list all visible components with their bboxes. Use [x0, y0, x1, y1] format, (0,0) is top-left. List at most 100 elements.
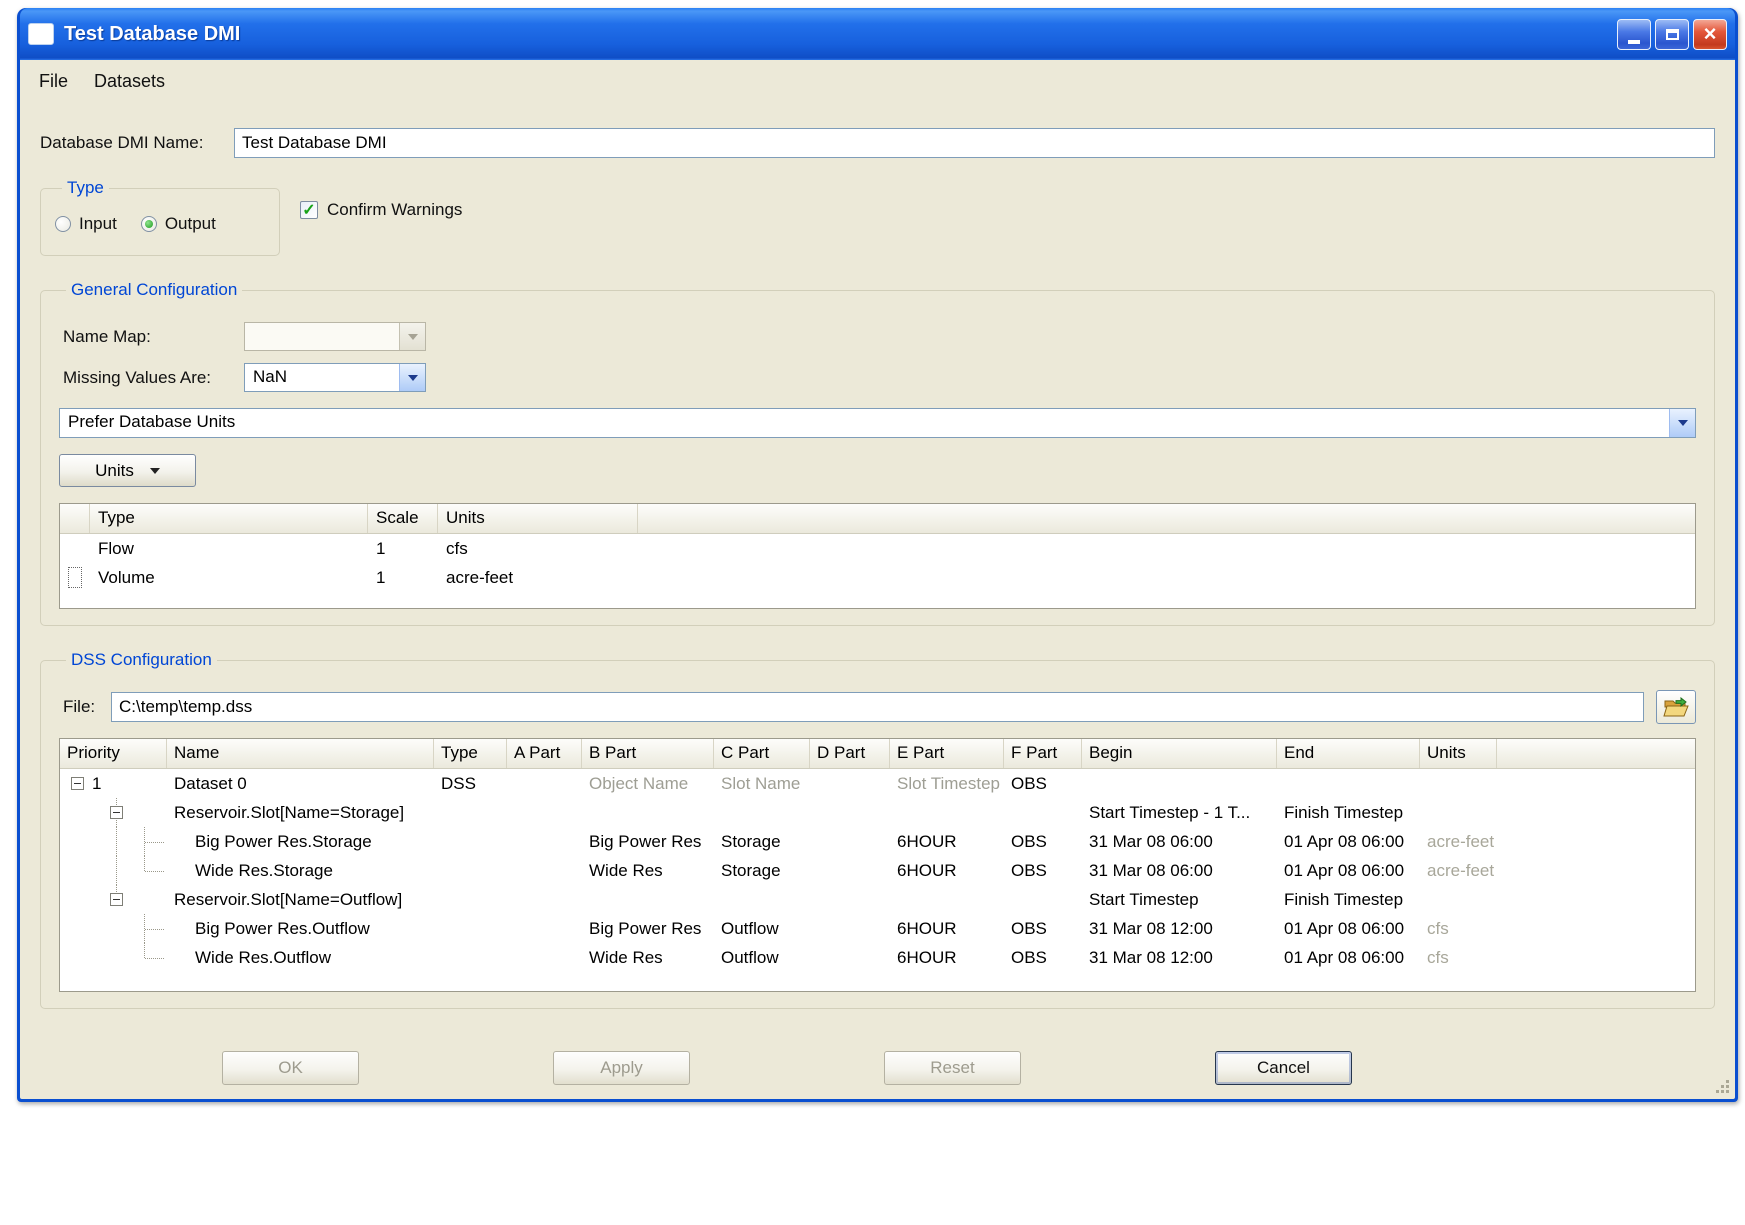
type-groupbox: Type Input Output: [40, 178, 280, 256]
open-folder-icon: [1663, 697, 1689, 718]
name-cell: Wide Res.Storage: [167, 856, 434, 885]
dmi-name-row: Database DMI Name:: [40, 128, 1715, 158]
chevron-down-icon: [408, 375, 418, 381]
cell-end: 01 Apr 08 06:00: [1277, 943, 1420, 972]
radio-output[interactable]: Output: [141, 214, 216, 234]
dss-table-row[interactable]: Wide Res.OutflowWide ResOutflow6HOUROBS3…: [60, 943, 1695, 972]
cell-d-part: [810, 769, 890, 798]
dss-config-label: DSS Configuration: [66, 650, 217, 670]
cell-end: 01 Apr 08 06:00: [1277, 827, 1420, 856]
tree-guide: [145, 842, 164, 843]
units-column-type[interactable]: Type: [90, 504, 368, 533]
confirm-warnings-checkbox[interactable]: ✓ Confirm Warnings: [300, 200, 462, 220]
dss-table-row[interactable]: Wide Res.StorageWide ResStorage6HOUROBS3…: [60, 856, 1695, 885]
dialog-content: Database DMI Name: Type Input Output ✓ Co…: [20, 102, 1735, 1085]
dss-table-row[interactable]: Reservoir.Slot[Name=Storage]Start Timest…: [60, 798, 1695, 827]
dss-column-end[interactable]: End: [1277, 739, 1420, 768]
units-table-row[interactable]: Flow1cfs: [60, 534, 1695, 563]
cell-type: [434, 827, 507, 856]
tree-expander-minus[interactable]: [110, 893, 123, 906]
tree-guide: [145, 929, 164, 930]
cell-e-part: Slot Timestep: [890, 769, 1004, 798]
radio-label: Input: [79, 214, 117, 234]
cell-units: cfs: [1420, 914, 1497, 943]
cell-f-part: [1004, 798, 1082, 827]
menu-file[interactable]: File: [26, 65, 81, 98]
units-table-row[interactable]: Volume1acre-feet: [60, 563, 1695, 592]
row-selector: [60, 563, 90, 592]
cancel-button[interactable]: Cancel: [1215, 1051, 1352, 1085]
dss-column-a-part[interactable]: A Part: [507, 739, 582, 768]
dss-column-f-part[interactable]: F Part: [1004, 739, 1082, 768]
cell-end: Finish Timestep: [1277, 885, 1420, 914]
cell-d-part: [810, 798, 890, 827]
dss-column-name[interactable]: Name: [167, 739, 434, 768]
dss-table-row[interactable]: Big Power Res.OutflowBig Power ResOutflo…: [60, 914, 1695, 943]
cell-begin: [1082, 769, 1277, 798]
cell-end: Finish Timestep: [1277, 798, 1420, 827]
ok-button: OK: [222, 1051, 359, 1085]
cell-begin: 31 Mar 08 12:00: [1082, 914, 1277, 943]
tree-guide: [116, 856, 117, 885]
missing-values-combobox[interactable]: NaN: [244, 363, 426, 392]
type-group-label: Type: [62, 178, 109, 198]
dss-file-input[interactable]: [111, 692, 1644, 722]
units-column-units[interactable]: Units: [438, 504, 638, 533]
units-cell-type: Flow: [90, 539, 368, 559]
dss-table-row[interactable]: 1Dataset 0DSSObject NameSlot NameSlot Ti…: [60, 769, 1695, 798]
radio-selected-icon: [141, 216, 157, 232]
tree-guide: [145, 958, 164, 959]
radio-input[interactable]: Input: [55, 214, 117, 234]
units-preference-dropdown-button[interactable]: [1669, 409, 1695, 437]
cell-c-part: Outflow: [714, 943, 810, 972]
cell-b-part: Object Name: [582, 769, 714, 798]
cell-type: [434, 856, 507, 885]
units-preference-value: Prefer Database Units: [60, 409, 1669, 437]
cell-f-part: OBS: [1004, 827, 1082, 856]
dmi-name-input[interactable]: [234, 128, 1715, 158]
maximize-button[interactable]: [1655, 19, 1689, 50]
units-cell-scale: 1: [368, 539, 438, 559]
dss-column-c-part[interactable]: C Part: [714, 739, 810, 768]
missing-values-value: NaN: [245, 364, 399, 391]
titlebar[interactable]: Test Database DMI ×: [20, 8, 1735, 60]
cell-f-part: [1004, 885, 1082, 914]
dss-column-e-part[interactable]: E Part: [890, 739, 1004, 768]
dss-column-units[interactable]: Units: [1420, 739, 1497, 768]
cell-c-part: Storage: [714, 827, 810, 856]
cell-type: DSS: [434, 769, 507, 798]
cell-begin: 31 Mar 08 06:00: [1082, 827, 1277, 856]
tree-expander-minus[interactable]: [110, 806, 123, 819]
type-radios: Input Output: [55, 214, 265, 234]
dss-column-begin[interactable]: Begin: [1082, 739, 1277, 768]
units-cell-units: acre-feet: [438, 568, 638, 588]
missing-values-dropdown-button[interactable]: [399, 364, 425, 391]
dss-column-priority[interactable]: Priority: [60, 739, 167, 768]
units-preference-combobox[interactable]: Prefer Database Units: [59, 408, 1696, 438]
browse-file-button[interactable]: [1656, 690, 1696, 724]
app-icon: [28, 23, 54, 45]
units-menu-button[interactable]: Units: [59, 454, 196, 487]
cell-c-part: Outflow: [714, 914, 810, 943]
cell-units: [1420, 769, 1497, 798]
cell-f-part: OBS: [1004, 769, 1082, 798]
dss-table: PriorityNameTypeA PartB PartC PartD Part…: [59, 738, 1696, 992]
dss-table-body: 1Dataset 0DSSObject NameSlot NameSlot Ti…: [60, 769, 1695, 972]
dss-table-row[interactable]: Reservoir.Slot[Name=Outflow]Start Timest…: [60, 885, 1695, 914]
minimize-button[interactable]: [1617, 19, 1651, 50]
cell-d-part: [810, 885, 890, 914]
units-column-scale[interactable]: Scale: [368, 504, 438, 533]
units-table: TypeScaleUnits Flow1cfsVolume1acre-feet: [59, 503, 1696, 609]
units-cell-type: Volume: [90, 568, 368, 588]
resize-grip[interactable]: [1715, 1079, 1729, 1093]
dss-column-d-part[interactable]: D Part: [810, 739, 890, 768]
cell-e-part: 6HOUR: [890, 943, 1004, 972]
cell-b-part: [582, 798, 714, 827]
dss-column-type[interactable]: Type: [434, 739, 507, 768]
maximize-icon: [1666, 29, 1679, 40]
dss-column-b-part[interactable]: B Part: [582, 739, 714, 768]
menu-datasets[interactable]: Datasets: [81, 65, 178, 98]
close-button[interactable]: ×: [1693, 19, 1727, 50]
dss-table-row[interactable]: Big Power Res.StorageBig Power ResStorag…: [60, 827, 1695, 856]
tree-expander-minus[interactable]: [71, 777, 84, 790]
